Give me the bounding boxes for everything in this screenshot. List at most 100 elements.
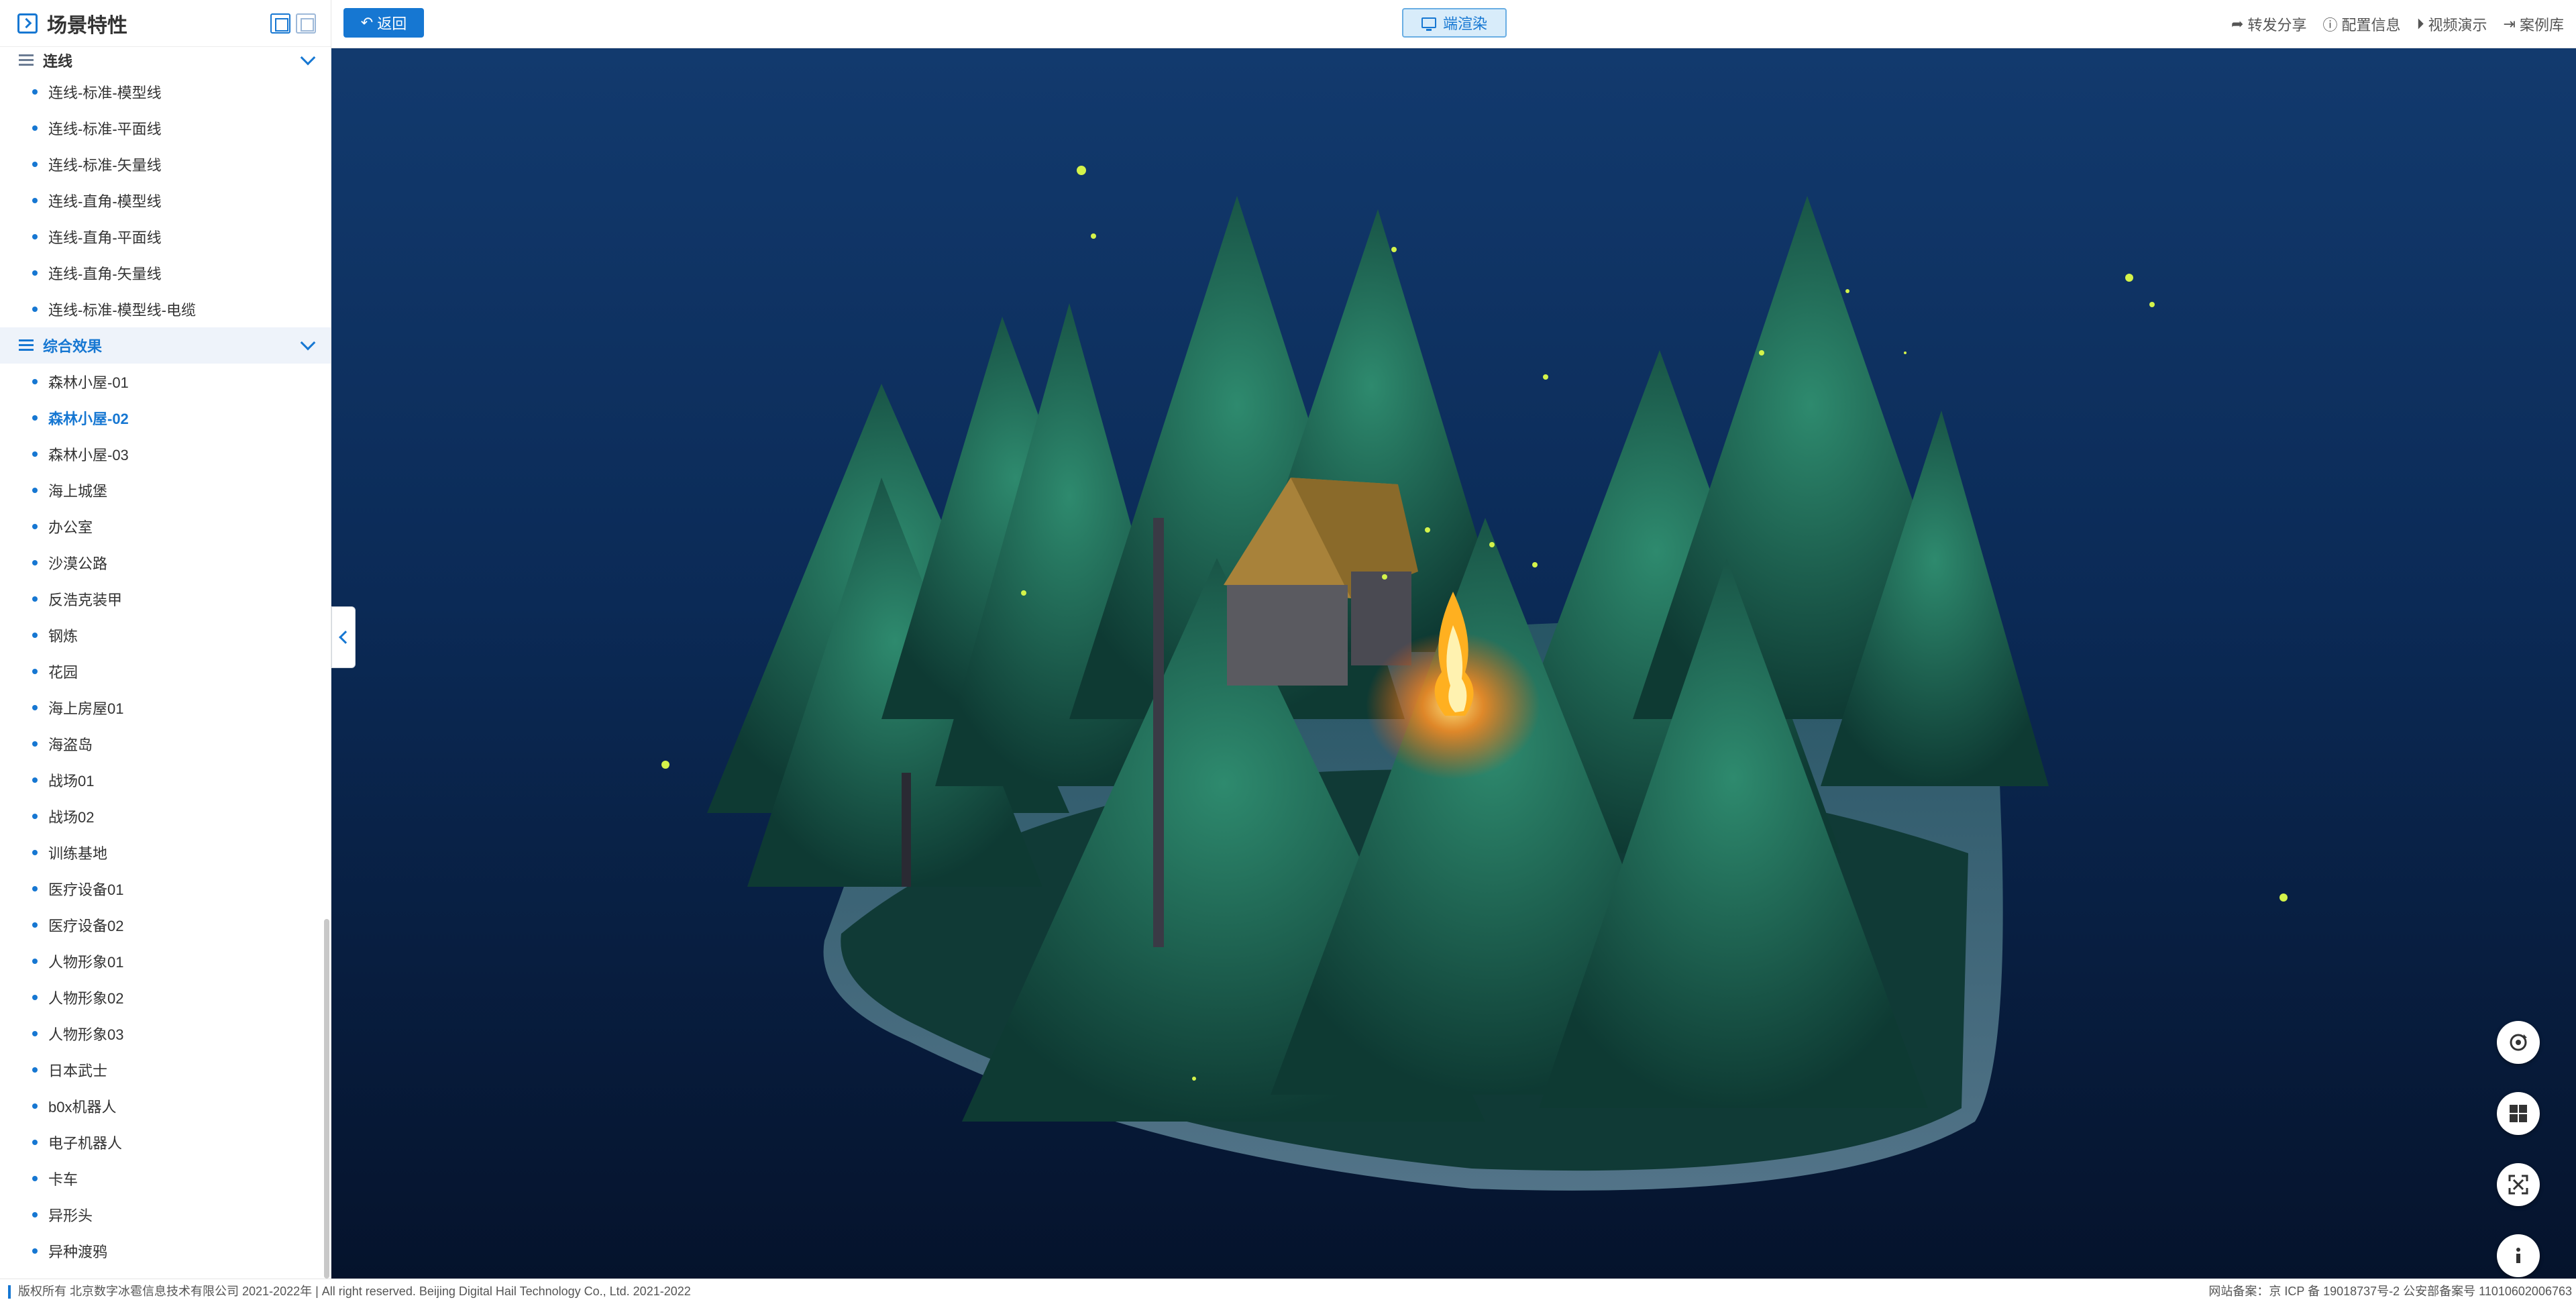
sidebar-item[interactable]: 日本武士 [0, 1052, 331, 1088]
top-actions: ➦ 转发分享 ⓘ 配置信息 ⏵ 视频演示 ⇥ 案例库 [2231, 0, 2564, 48]
sidebar-item[interactable]: 医疗设备02 [0, 907, 331, 943]
sidebar-item-label: 连线-标准-平面线 [48, 121, 162, 138]
sidebar-item[interactable]: 医疗设备01 [0, 871, 331, 907]
bullet-dot-icon [32, 1212, 38, 1217]
sidebar-item[interactable]: 沙漠公路 [0, 545, 331, 581]
sidebar-item-label: 人物形象01 [48, 954, 124, 971]
info-button[interactable] [2497, 1234, 2540, 1277]
bullet-dot-icon [32, 451, 38, 457]
list-view-icon[interactable] [296, 13, 316, 34]
share-icon: ➦ [2231, 15, 2244, 32]
bullet-dot-icon [32, 886, 38, 891]
sidebar-item[interactable]: 连线-标准-模型线 [0, 74, 331, 110]
bullet-dot-icon [32, 995, 38, 1000]
bullet-dot-icon [32, 560, 38, 565]
list-icon [19, 54, 34, 66]
grid-view-icon[interactable] [270, 13, 290, 34]
render-mode-button[interactable]: 端渲染 [1402, 8, 1507, 38]
sidebar-item[interactable]: 人物形象01 [0, 943, 331, 979]
sidebar-item[interactable]: 连线-直角-平面线 [0, 219, 331, 255]
bullet-dot-icon [32, 850, 38, 855]
sidebar-item[interactable]: 人物形象02 [0, 979, 331, 1016]
sidebar-item-label: 卡车 [48, 1171, 78, 1188]
render-viewport[interactable] [331, 48, 2576, 1279]
chevron-down-icon[interactable] [300, 335, 316, 351]
fullscreen-icon [2508, 1175, 2528, 1195]
sidebar-item[interactable]: 花园 [0, 653, 331, 690]
sidebar-item-label: 连线-标准-模型线 [48, 85, 162, 101]
bullet-dot-icon [32, 270, 38, 276]
sidebar-item[interactable]: 异种渡鸦 [0, 1233, 331, 1269]
sidebar-item[interactable]: 海上房屋01 [0, 690, 331, 726]
bullet-dot-icon [32, 1031, 38, 1036]
case-library-button[interactable]: ⇥ 案例库 [2504, 13, 2564, 35]
footer-copyright: 版权所有 北京数字冰雹信息技术有限公司 2021-2022年 | All rig… [18, 1285, 691, 1298]
bullet-dot-icon [32, 1176, 38, 1181]
sidebar-item[interactable]: 连线-直角-矢量线 [0, 255, 331, 291]
share-button[interactable]: ➦ 转发分享 [2231, 13, 2306, 35]
back-button-label: 返回 [377, 15, 407, 32]
sidebar: 场景特性 连线 连线-标准-模型线 连线-标准-平面线 连线-标准-矢量线 连线-直角-… [0, 0, 331, 1279]
sidebar-item[interactable]: 森林小屋-01 [0, 364, 331, 400]
video-demo-button[interactable]: ⏵ 视频演示 [2417, 13, 2487, 35]
sidebar-group-header[interactable]: 综合效果 [0, 327, 331, 364]
sidebar-item[interactable]: 海盗岛 [0, 726, 331, 762]
config-info-button[interactable]: ⓘ 配置信息 [2322, 13, 2400, 35]
sidebar-item[interactable]: 电子机器人 [0, 1124, 331, 1160]
sidebar-item[interactable]: 办公室 [0, 508, 331, 545]
sidebar-item[interactable]: 钢炼 [0, 617, 331, 653]
sidebar-item[interactable]: 反浩克装甲 [0, 581, 331, 617]
footer-copyright-wrap: 版权所有 北京数字冰雹信息技术有限公司 2021-2022年 | All rig… [8, 1282, 691, 1299]
sidebar-item[interactable]: 森林小屋-02 [0, 400, 331, 436]
sidebar-item[interactable]: 异形头 [0, 1197, 331, 1233]
layout-button[interactable] [2497, 1092, 2540, 1135]
sidebar-item-label: 花园 [48, 664, 78, 681]
sidebar-item[interactable]: 连线-标准-平面线 [0, 110, 331, 146]
sidebar-item[interactable]: 训练基地 [0, 834, 331, 871]
sidebar-collapse-toggle[interactable] [331, 606, 356, 668]
sidebar-item-label: 办公室 [48, 519, 93, 536]
sidebar-item-label: 人物形象03 [48, 1026, 124, 1043]
sidebar-group-label: 综合效果 [43, 338, 103, 355]
fullscreen-button[interactable] [2497, 1163, 2540, 1206]
sidebar-scrollbar[interactable] [324, 919, 329, 1279]
sidebar-item[interactable]: 战场02 [0, 798, 331, 834]
bullet-dot-icon [32, 922, 38, 928]
sidebar-group-header[interactable]: 连线 [0, 47, 331, 74]
back-arrow-icon: ↶ [360, 14, 374, 31]
share-label: 转发分享 [2247, 17, 2307, 34]
sidebar-item-label: 连线-标准-模型线-电缆 [48, 302, 196, 319]
sidebar-item-label: b0x机器人 [48, 1099, 117, 1116]
bullet-dot-icon [32, 198, 38, 203]
bullet-dot-icon [32, 1248, 38, 1254]
sidebar-item-label: 战场01 [48, 773, 95, 790]
sidebar-item[interactable]: 连线-标准-模型线-电缆 [0, 291, 331, 327]
rotate-view-button[interactable] [2497, 1021, 2540, 1064]
scene-logo-icon [17, 13, 38, 34]
sidebar-item-label: 森林小屋-03 [48, 447, 129, 464]
sidebar-item-label: 沙漠公路 [48, 555, 108, 572]
monitor-icon [1421, 17, 1436, 31]
sidebar-item-label: 异形头 [48, 1207, 93, 1224]
rotate-icon [2510, 1034, 2527, 1051]
sidebar-item[interactable]: 森林小屋-03 [0, 436, 331, 472]
sidebar-item[interactable]: 海上城堡 [0, 472, 331, 508]
forest-cabin-scene [661, 166, 2288, 1191]
sidebar-item[interactable]: 人物形象03 [0, 1016, 331, 1052]
sidebar-item[interactable]: b0x机器人 [0, 1088, 331, 1124]
bullet-dot-icon [32, 705, 38, 710]
info-icon [2516, 1248, 2520, 1263]
sidebar-item[interactable]: 战场01 [0, 762, 331, 798]
back-button[interactable]: ↶ 返回 [343, 8, 424, 38]
sidebar-item[interactable]: 连线-直角-模型线 [0, 182, 331, 219]
play-icon: ⏵ [2416, 15, 2424, 32]
footer: 版权所有 北京数字冰雹信息技术有限公司 2021-2022年 | All rig… [0, 1279, 2576, 1302]
top-toolbar: ↶ 返回 端渲染 ➦ 转发分享 ⓘ 配置信息 ⏵ 视频演示 ⇥ 案例库 [331, 0, 2576, 48]
sidebar-item[interactable]: 卡车 [0, 1160, 331, 1197]
sidebar-item-label: 海盗岛 [48, 737, 93, 753]
case-library-label: 案例库 [2519, 17, 2564, 34]
sidebar-item[interactable]: 连线-标准-矢量线 [0, 146, 331, 182]
chevron-down-icon[interactable] [300, 50, 316, 66]
sidebar-item-label: 人物形象02 [48, 990, 124, 1007]
chevron-left-icon [339, 631, 352, 644]
